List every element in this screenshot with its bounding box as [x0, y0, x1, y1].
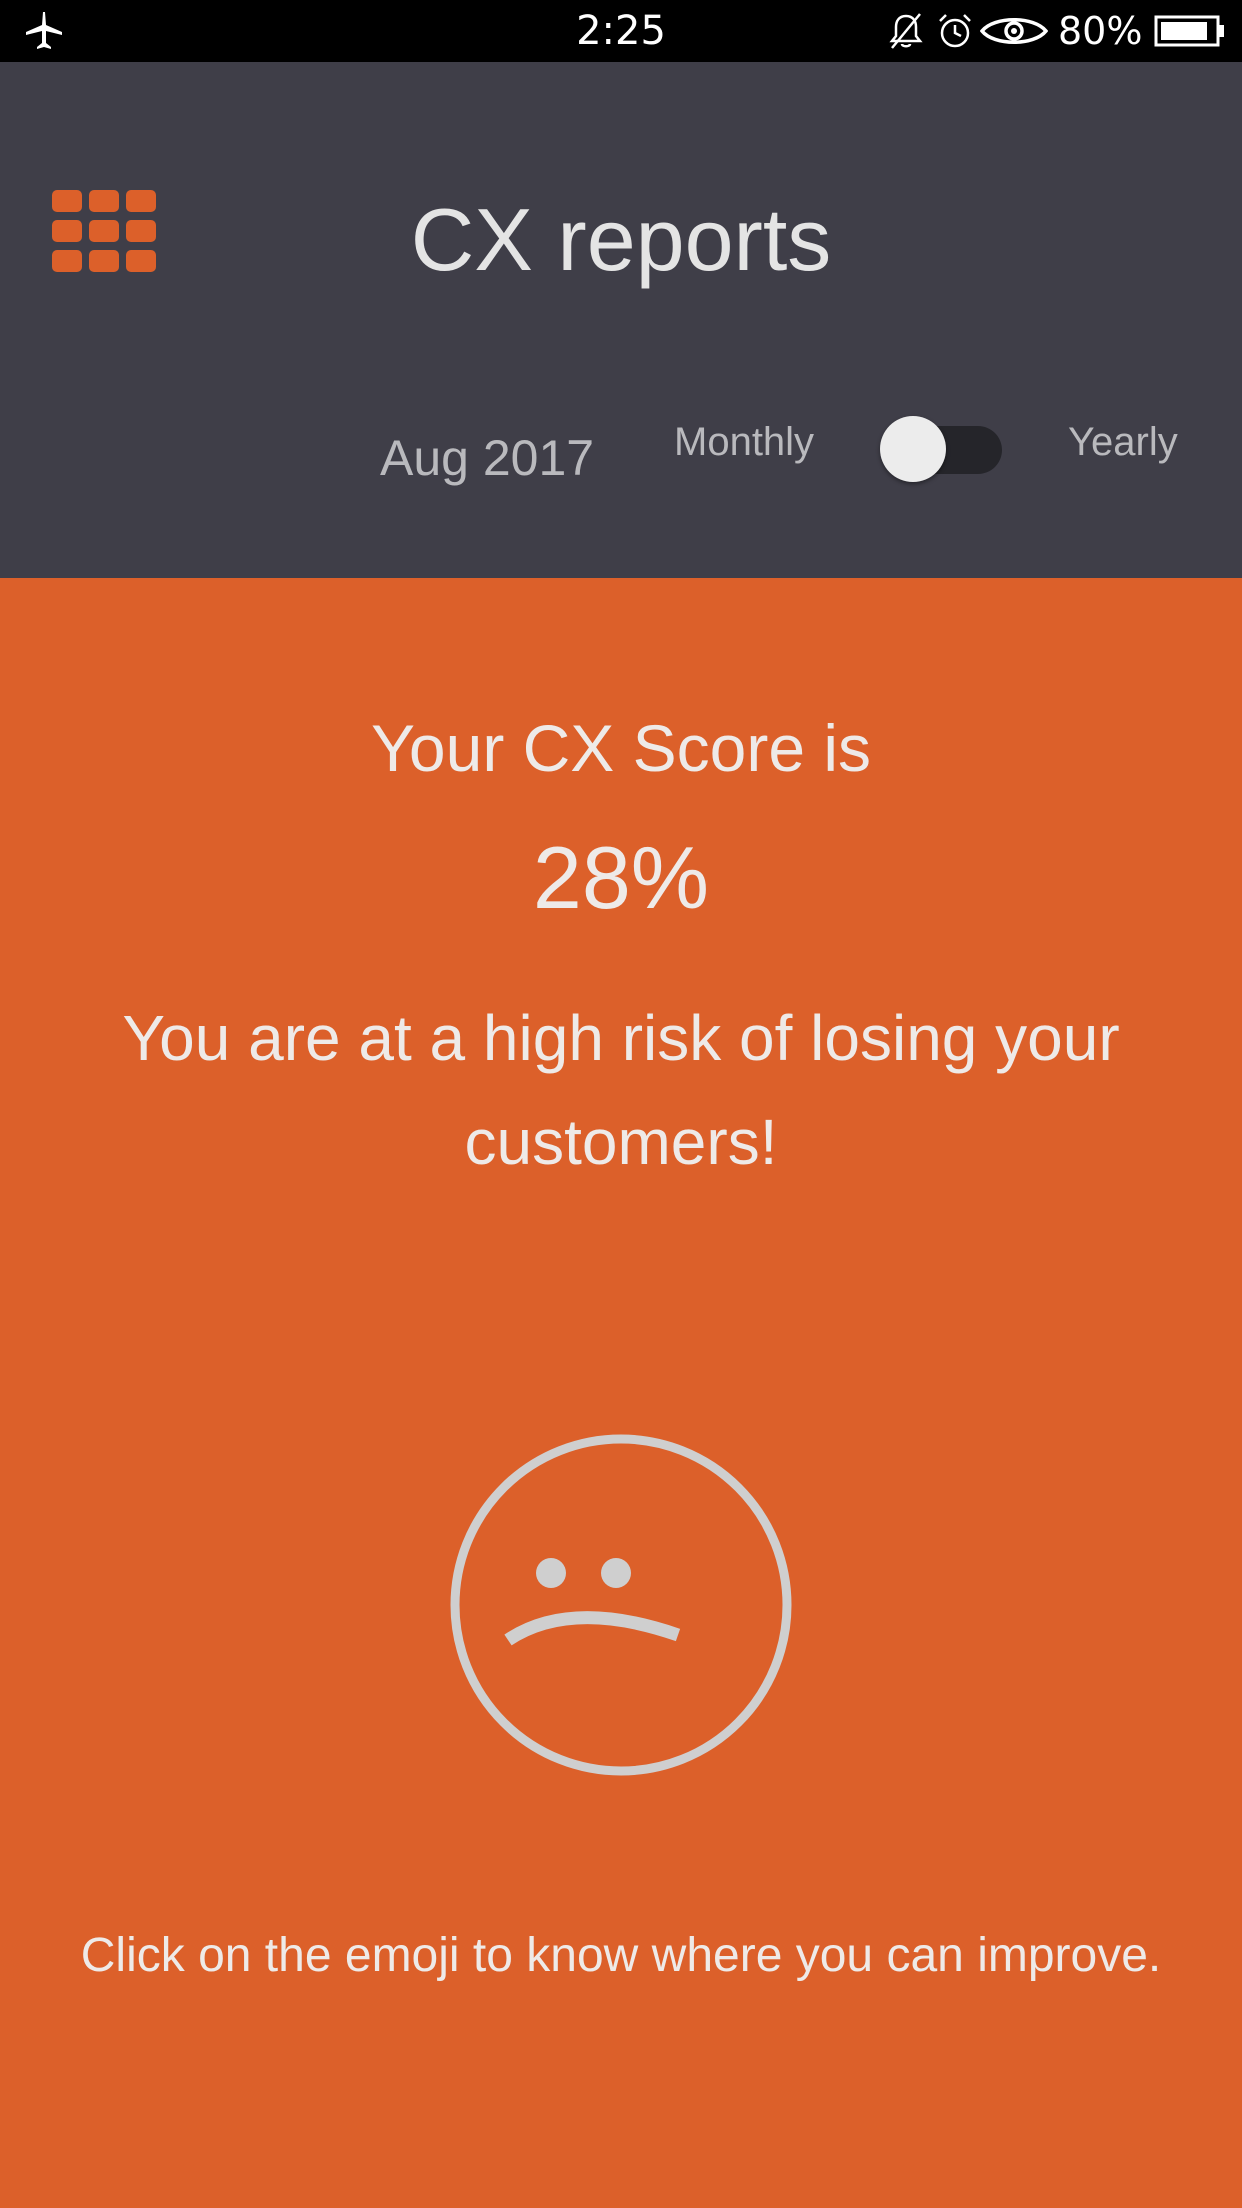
status-time: 2:25	[576, 8, 666, 54]
improvement-hint: Click on the emoji to know where you can…	[80, 1929, 1162, 1982]
battery-icon	[1154, 15, 1224, 47]
score-panel: Your CX Score is 28% You are at a high r…	[0, 578, 1242, 2208]
toggle-thumb[interactable]	[880, 416, 946, 482]
page-title: CX reports	[410, 190, 832, 289]
toggle-label-yearly: Yearly	[1068, 420, 1178, 464]
alarm-icon	[939, 14, 971, 48]
report-date[interactable]: Aug 2017	[380, 428, 594, 488]
score-value: 28%	[532, 828, 710, 927]
eye-icon	[980, 18, 1048, 44]
score-heading: Your CX Score is	[370, 711, 872, 785]
period-toggle[interactable]	[878, 414, 1004, 484]
bell-muted-icon	[889, 13, 923, 49]
sad-face-icon[interactable]	[446, 1430, 796, 1780]
risk-message: You are at a high risk of losing your cu…	[122, 1002, 1120, 1178]
battery-percent: 80%	[1058, 9, 1143, 53]
status-bar: 2:25 80%	[0, 0, 1242, 62]
toggle-label-monthly: Monthly	[674, 420, 815, 464]
app-header: CX reports Aug 2017 Monthly Yearly	[0, 62, 1242, 578]
